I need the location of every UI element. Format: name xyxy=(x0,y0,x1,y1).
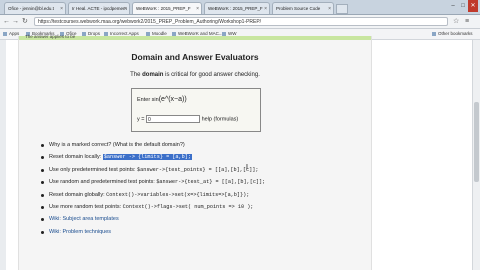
list-item: Use random and predetermined test points… xyxy=(41,177,351,189)
list-item: Reset domain locally: $answer -> {limits… xyxy=(41,152,351,164)
bookmark-label: Other bookmarks xyxy=(438,31,473,36)
folder-icon xyxy=(146,31,150,36)
folder-icon xyxy=(172,31,176,36)
tab-label: WeBWorK : 2015_PREP_F xyxy=(136,6,191,11)
close-tab-icon[interactable]: × xyxy=(60,3,63,14)
close-tab-icon[interactable]: × xyxy=(264,3,267,14)
bookmark-apps[interactable]: Apps xyxy=(3,29,19,39)
page-scrollbar[interactable] xyxy=(472,40,480,270)
menu-icon[interactable]: ≡ xyxy=(465,16,469,27)
folder-icon xyxy=(222,31,226,36)
previous-text: The answer applies to be xyxy=(25,34,76,39)
page-title: Domain and Answer Evaluators xyxy=(131,52,259,62)
other-bookmarks[interactable]: Other bookmarks xyxy=(432,29,473,39)
item-code: Context()->variables->set(x=>{limits=>[a… xyxy=(106,191,250,198)
folder-icon xyxy=(82,31,86,36)
tab-label: Ir Heal. ACTE - ipcdpemem xyxy=(72,6,127,11)
text-cursor-icon: I xyxy=(246,164,248,171)
slide-content: The answer applies to be Domain and Answ… xyxy=(18,34,372,270)
intro-pre: The xyxy=(130,72,143,78)
star-icon[interactable]: ☆ xyxy=(453,16,459,27)
answer-input[interactable]: 0 xyxy=(146,115,201,123)
answer-row: y = 0 help (formulas) xyxy=(137,115,238,123)
intro-post: is critical for good answer checking. xyxy=(163,72,260,78)
list-item: Wiki: Problem techniques xyxy=(41,227,351,239)
browser-tab-3[interactable]: WeBWorK : 2015_PREP_F × xyxy=(132,2,202,14)
wiki-link-techniques[interactable]: Wiki: Problem techniques xyxy=(49,229,111,235)
browser-tab-5[interactable]: Problem Source Code × xyxy=(272,2,334,14)
enter-expression: (e^(x−a)) xyxy=(158,96,187,103)
demo-prompt: Enter sin(e^(x−a)) xyxy=(137,96,187,103)
selected-code[interactable]: $answer -> {limits} = [a,b]; xyxy=(102,154,192,161)
intro-text: The domain is critical for good answer c… xyxy=(19,72,371,78)
url-input[interactable]: https://testcourses.webwork.maa.org/webw… xyxy=(34,17,448,26)
item-text: Reset domain globally: xyxy=(49,191,107,198)
item-text: Reset domain locally: xyxy=(49,154,103,161)
forward-icon[interactable]: → xyxy=(12,16,19,27)
enter-label: Enter sin xyxy=(137,97,159,103)
left-gutter xyxy=(0,40,6,270)
tips-list: Why is a marked correct? (What is the de… xyxy=(41,140,351,239)
answer-label: y = xyxy=(137,116,145,123)
list-item: Wiki: Subject area templates xyxy=(41,214,351,226)
item-text: Why is xyxy=(49,142,68,148)
wiki-link-templates[interactable]: Wiki: Subject area templates xyxy=(49,216,119,222)
item-code: Context()->flags->set( num_points => 10 … xyxy=(122,203,254,210)
item-code: $answer->{test_points} = [[a],[b],[c]]; xyxy=(137,166,259,173)
list-item: Use only predetermined test points: $ans… xyxy=(41,165,351,177)
close-tab-icon[interactable]: × xyxy=(124,3,127,14)
list-item: Reset domain globally: Context()->variab… xyxy=(41,190,351,202)
minimize-button[interactable]: – xyxy=(448,0,458,12)
apps-icon xyxy=(3,31,7,36)
intro-bold: domain xyxy=(142,72,164,78)
tab-label: WeBWorK : 2015_PREP_F xyxy=(208,6,263,11)
item-text: Use more random test points: xyxy=(49,203,123,210)
close-tab-icon[interactable]: × xyxy=(328,3,331,14)
list-item: Use more random test points: Context()->… xyxy=(41,202,351,214)
help-formulas-link[interactable]: help (formulas) xyxy=(202,116,239,122)
new-tab-button[interactable] xyxy=(336,4,348,14)
back-icon[interactable]: ← xyxy=(3,16,10,27)
close-tab-icon[interactable]: × xyxy=(196,3,199,14)
folder-icon xyxy=(104,31,108,36)
item-after: marked correct? (What is the default dom… xyxy=(70,142,185,148)
item-text: Use only predetermined test points: xyxy=(49,166,138,173)
window-controls: – □ ✕ xyxy=(448,0,478,12)
folder-icon xyxy=(432,31,436,36)
reload-icon[interactable]: ↻ xyxy=(22,16,28,27)
close-window-button[interactable]: ✕ xyxy=(468,0,478,12)
maximize-button[interactable]: □ xyxy=(458,0,468,12)
scrollbar-thumb[interactable] xyxy=(474,102,479,182)
list-item: Why is a marked correct? (What is the de… xyxy=(41,140,351,152)
answer-demo-box: Enter sin(e^(x−a)) y = 0 help (formulas) xyxy=(131,88,261,132)
item-code: $answer->{test_at} = [[a],[b],[c]]; xyxy=(156,179,266,186)
browser-tab-bar: Ofice - jennin@bl.edu.t × Ir Heal. ACTE -… xyxy=(0,0,480,15)
item-text: Use random and predetermined test points… xyxy=(49,179,157,186)
browser-tab-4[interactable]: WeBWorK : 2015_PREP_F × xyxy=(204,2,270,14)
tab-label: Ofice - jennin@bl.edu.t xyxy=(8,6,54,11)
browser-tab-2[interactable]: Ir Heal. ACTE - ipcdpemem × xyxy=(68,2,130,14)
browser-tab-1[interactable]: Ofice - jennin@bl.edu.t × xyxy=(4,2,66,14)
tab-label: Problem Source Code xyxy=(276,6,321,11)
address-toolbar: ← → ↻ https://testcourses.webwork.maa.or… xyxy=(0,15,480,29)
